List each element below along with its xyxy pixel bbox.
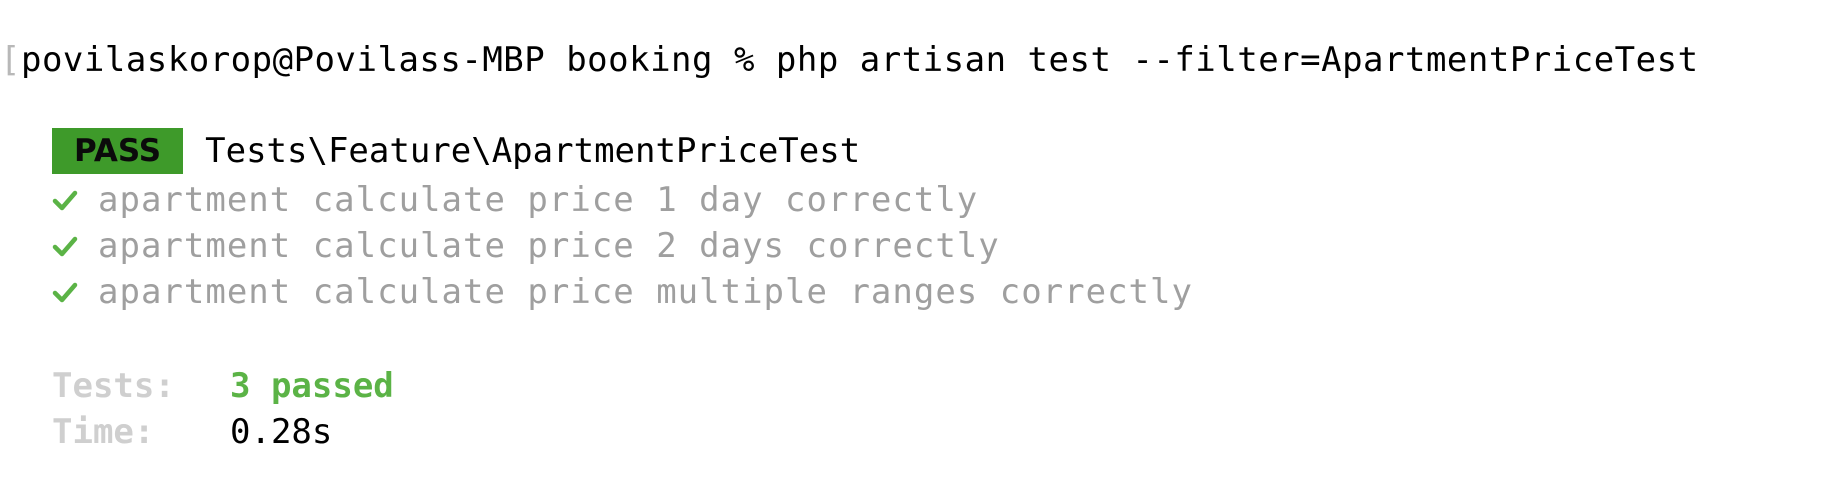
checkmark-icon [52,190,78,211]
test-row: apartment calculate price multiple range… [52,270,1193,314]
test-name: apartment calculate price 1 day correctl… [98,180,979,220]
prompt-marker: [ [0,40,21,80]
pass-badge: PASS [52,128,184,174]
test-row: apartment calculate price 1 day correctl… [52,178,978,222]
terminal-window: [povilaskorop@Povilass-MBP booking % php… [0,0,1826,480]
summary-time-row: Time: 0.28s [52,410,332,454]
summary-tests-row: Tests: 3 passed [52,364,394,408]
checkmark-icon [52,282,78,303]
tests-passed-count: 3 passed [230,366,394,406]
command-line: [povilaskorop@Povilass-MBP booking % php… [0,38,1699,82]
test-row: apartment calculate price 2 days correct… [52,224,1000,268]
tests-label: Tests: [52,366,175,406]
test-name: apartment calculate price multiple range… [98,272,1193,312]
suite-result-row: PASS Tests\Feature\ApartmentPriceTest [52,128,860,174]
suite-name: Tests\Feature\ApartmentPriceTest [205,131,861,171]
time-label: Time: [52,412,155,452]
test-name: apartment calculate price 2 days correct… [98,226,1000,266]
time-value: 0.28s [230,412,333,452]
checkmark-icon [52,236,78,257]
command-text: povilaskorop@Povilass-MBP booking % php … [20,40,1699,80]
